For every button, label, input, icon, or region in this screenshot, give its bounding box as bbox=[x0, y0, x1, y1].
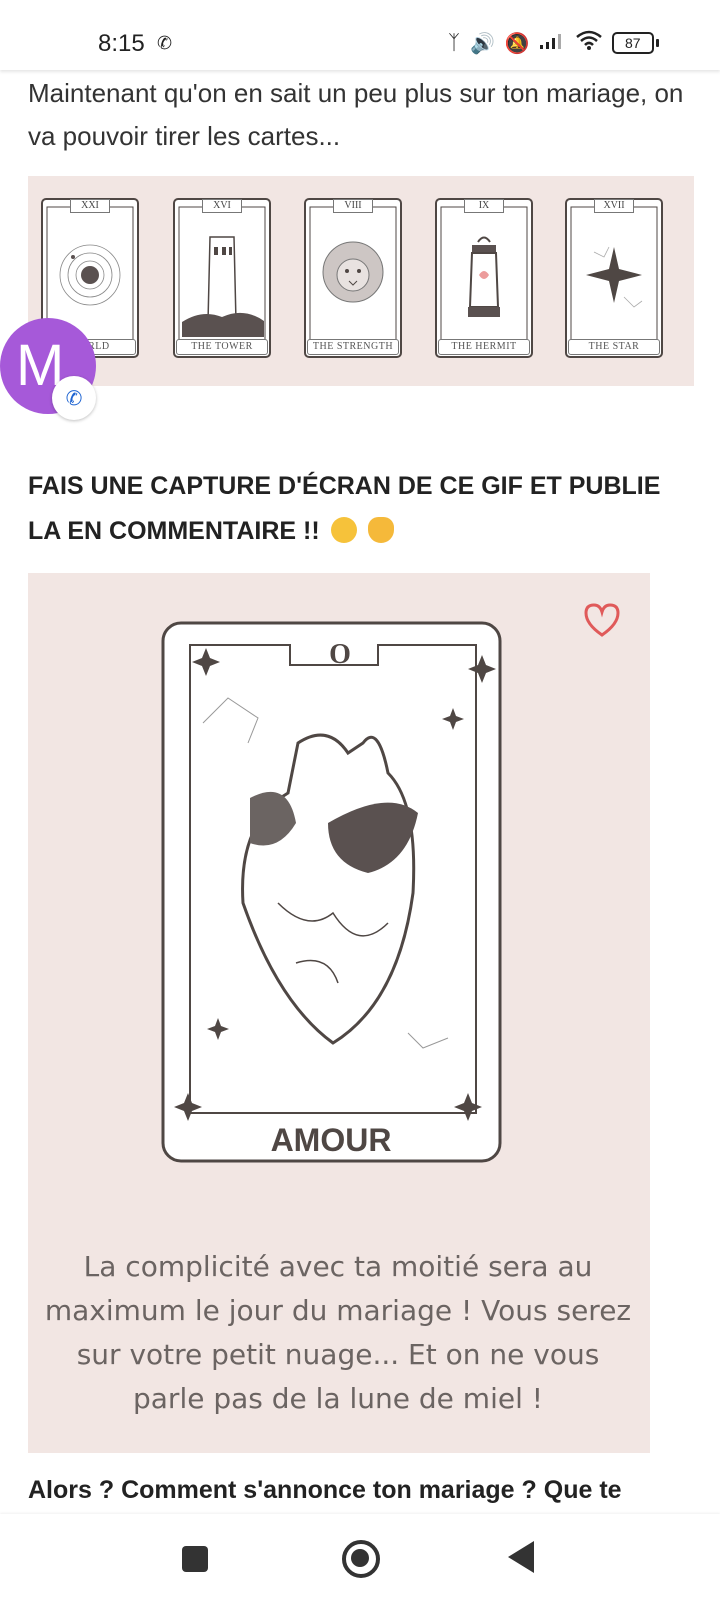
home-dot-icon bbox=[351, 1549, 369, 1567]
card-title: AMOUR bbox=[271, 1122, 392, 1158]
status-time: 8:15 bbox=[98, 30, 145, 57]
tarot-card-strength: VIII THE STRENGTH bbox=[303, 197, 403, 359]
recent-apps-button[interactable] bbox=[182, 1546, 208, 1572]
call-icon: ✆ bbox=[52, 376, 96, 420]
tarot-cards-image: XXI WORLD XVI THE TOWER VIII THE STRENGT… bbox=[28, 176, 694, 386]
tarot-number: XVII bbox=[594, 199, 634, 213]
tarot-card-tower: XVI THE TOWER bbox=[172, 197, 272, 359]
status-bar: 8:15 ✆ ᛉ 🔊 🔕 87 bbox=[0, 0, 720, 70]
tarot-number: XVI bbox=[202, 199, 242, 213]
tarot-label: THE TOWER bbox=[176, 339, 268, 355]
wifi-icon bbox=[576, 30, 602, 56]
tarot-label: THE STRENGTH bbox=[307, 339, 399, 355]
back-button[interactable] bbox=[508, 1541, 534, 1573]
post-intro: Maintenant qu'on en sait un peu plus sur… bbox=[28, 78, 684, 151]
signal-icon bbox=[539, 31, 566, 55]
chat-head-avatar[interactable]: M ✆ bbox=[0, 318, 96, 420]
battery-icon: 87 bbox=[611, 32, 659, 54]
card-description: La complicité avec ta moitié sera au max… bbox=[44, 1250, 632, 1415]
status-icons: ᛉ 🔊 🔕 87 bbox=[448, 30, 659, 56]
phone-icon: ✆ bbox=[157, 33, 173, 53]
volume-icon: 🔊 bbox=[470, 32, 495, 55]
card-number: O bbox=[329, 639, 351, 670]
navigation-bar bbox=[0, 1514, 720, 1600]
pointing-down-emoji bbox=[367, 517, 394, 543]
tarot-card-hermit: IX THE HERMIT bbox=[434, 197, 534, 359]
post-heading: FAIS UNE CAPTURE D'ÉCRAN DE CE GIF ET PU… bbox=[28, 464, 688, 554]
battery-level: 87 bbox=[611, 32, 654, 54]
tarot-number: VIII bbox=[333, 199, 373, 213]
heart-icon[interactable] bbox=[582, 600, 622, 640]
post-closing: Alors ? Comment s'annonce ton mariage ? … bbox=[28, 1476, 622, 1504]
tarot-label: THE STAR bbox=[568, 339, 660, 355]
tarot-card-star: XVII THE STAR bbox=[564, 197, 664, 359]
tarot-number: IX bbox=[464, 199, 504, 213]
tarot-label: THE HERMIT bbox=[438, 339, 530, 355]
tarot-number: XXI bbox=[70, 199, 110, 213]
bluetooth-icon: ᛉ bbox=[448, 31, 460, 54]
monocle-face-emoji bbox=[330, 517, 357, 543]
mute-icon: 🔕 bbox=[504, 32, 530, 55]
